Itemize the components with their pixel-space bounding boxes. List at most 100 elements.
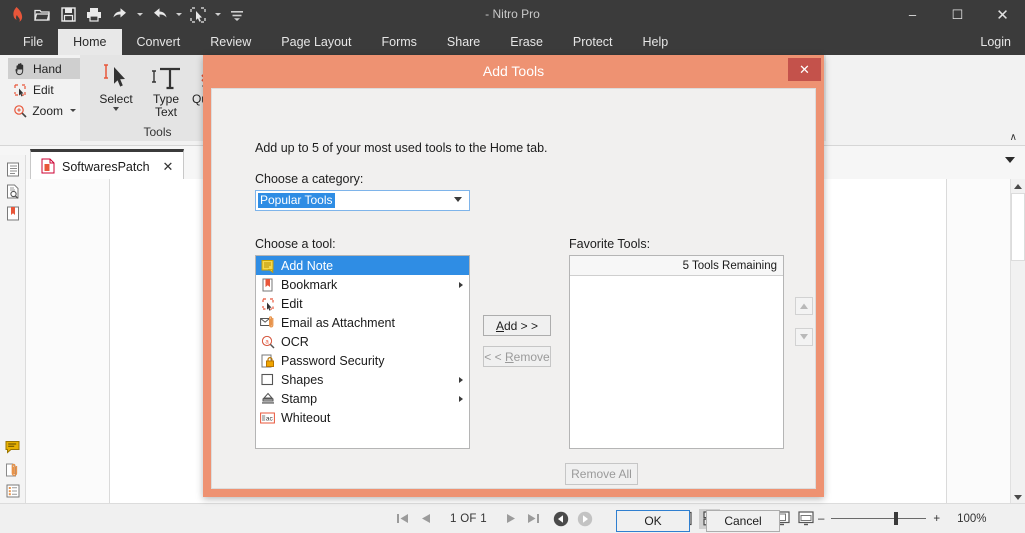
tool-list-item-email-as-attachment[interactable]: Email as Attachment bbox=[256, 313, 469, 332]
close-button[interactable]: ✕ bbox=[980, 0, 1025, 29]
ribbon-tab-review[interactable]: Review bbox=[195, 29, 266, 55]
redo-icon[interactable] bbox=[147, 3, 171, 27]
ribbon-hand-label: Hand bbox=[33, 62, 62, 76]
save-icon[interactable] bbox=[56, 3, 80, 27]
chevron-down-icon[interactable] bbox=[113, 107, 119, 111]
open-icon[interactable] bbox=[30, 3, 54, 27]
ribbon-tab-share[interactable]: Share bbox=[432, 29, 495, 55]
zoom-slider[interactable] bbox=[831, 518, 926, 519]
tool-list-item-shapes[interactable]: Shapes bbox=[256, 370, 469, 389]
zoom-out-button[interactable]: – bbox=[818, 513, 824, 525]
ribbon-tab-home[interactable]: Home bbox=[58, 29, 121, 55]
last-page-icon[interactable] bbox=[527, 512, 541, 526]
favorites-label: Favorite Tools: bbox=[569, 237, 650, 251]
search-panel-icon[interactable] bbox=[0, 180, 25, 202]
select-dropdown-icon[interactable] bbox=[212, 3, 223, 27]
collapse-ribbon-button[interactable]: ∧ bbox=[1010, 132, 1017, 143]
ribbon-type-text-button[interactable]: Type Text bbox=[142, 59, 190, 119]
favorites-list[interactable]: 5 Tools Remaining bbox=[569, 255, 784, 449]
remove-all-button[interactable]: Remove All bbox=[565, 463, 638, 485]
fit-width-icon[interactable] bbox=[795, 509, 816, 529]
undo-icon[interactable] bbox=[108, 3, 132, 27]
ribbon-tab-erase[interactable]: Erase bbox=[495, 29, 558, 55]
zoom-level-label[interactable]: 100% bbox=[957, 513, 986, 525]
document-tab[interactable]: SoftwaresPatch ✕ bbox=[30, 149, 184, 182]
move-down-button[interactable] bbox=[795, 328, 813, 346]
remove-button[interactable]: < < Remove bbox=[483, 346, 551, 367]
ribbon-hand-tool[interactable]: Hand bbox=[8, 58, 80, 79]
ribbon-edit-tool[interactable]: Edit bbox=[8, 79, 80, 100]
attachments-panel-icon[interactable] bbox=[0, 458, 25, 480]
ribbon-tab-forms[interactable]: Forms bbox=[366, 29, 431, 55]
comments-panel-icon[interactable] bbox=[0, 436, 25, 458]
dialog-body: Add up to 5 of your most used tools to t… bbox=[211, 88, 816, 489]
ribbon-edit-label: Edit bbox=[33, 83, 54, 97]
tool-list-item-whiteout[interactable]: ac Whiteout bbox=[256, 408, 469, 427]
tool-list-item-ocr[interactable]: a OCR bbox=[256, 332, 469, 351]
zoom-in-button[interactable]: + bbox=[933, 513, 940, 525]
tool-list-item-stamp[interactable]: Stamp bbox=[256, 389, 469, 408]
tool-list-item-password-security[interactable]: Password Security bbox=[256, 351, 469, 370]
minimize-button[interactable]: – bbox=[890, 0, 935, 29]
add-button[interactable]: Add > > bbox=[483, 315, 551, 336]
app-logo-icon bbox=[4, 3, 28, 27]
ribbon-tab-convert[interactable]: Convert bbox=[122, 29, 196, 55]
first-page-icon[interactable] bbox=[396, 512, 410, 526]
cancel-button[interactable]: Cancel bbox=[706, 510, 780, 532]
shapes-icon bbox=[260, 372, 275, 387]
ribbon-zoom-tool[interactable]: Zoom bbox=[8, 100, 80, 121]
select-icon[interactable] bbox=[186, 3, 210, 27]
tool-list-item-bookmark[interactable]: Bookmark bbox=[256, 275, 469, 294]
tool-list-item-label: Edit bbox=[281, 297, 303, 311]
nitro-pro-window: - Nitro Pro – ☐ ✕ File Home Convert Revi… bbox=[0, 0, 1025, 533]
category-select[interactable]: Popular Tools bbox=[255, 190, 470, 211]
document-tab-overflow-icon[interactable] bbox=[1005, 157, 1015, 163]
move-up-icon bbox=[799, 299, 809, 313]
document-tab-close-icon[interactable]: ✕ bbox=[163, 159, 174, 175]
tool-list-item-label: Stamp bbox=[281, 392, 317, 406]
scroll-down-icon[interactable] bbox=[1011, 490, 1025, 504]
dialog-close-button[interactable]: ✕ bbox=[788, 58, 821, 81]
dialog-description: Add up to 5 of your most used tools to t… bbox=[255, 141, 548, 155]
tool-list-item-label: Add Note bbox=[281, 259, 333, 273]
page-indicator[interactable]: 1 OF 1 bbox=[440, 513, 497, 525]
left-panel-rail bbox=[0, 155, 26, 504]
ribbon-mode-group: Hand Edit Zoom bbox=[8, 58, 80, 121]
previous-page-icon[interactable] bbox=[418, 512, 432, 526]
print-icon[interactable] bbox=[82, 3, 106, 27]
customize-toolbar-icon[interactable] bbox=[225, 3, 249, 27]
tool-list-item-label: OCR bbox=[281, 335, 309, 349]
zoom-icon bbox=[12, 103, 27, 119]
ok-button[interactable]: OK bbox=[616, 510, 690, 532]
undo-dropdown-icon[interactable] bbox=[134, 3, 145, 27]
previous-view-icon[interactable] bbox=[553, 511, 569, 527]
layers-panel-icon[interactable] bbox=[0, 480, 25, 502]
dialog-title: Add Tools bbox=[203, 55, 824, 88]
ocr-icon: a bbox=[260, 334, 275, 349]
pdf-file-icon bbox=[41, 158, 55, 177]
bookmarks-panel-icon[interactable] bbox=[0, 202, 25, 224]
move-up-button[interactable] bbox=[795, 297, 813, 315]
ribbon-tab-protect[interactable]: Protect bbox=[558, 29, 628, 55]
pages-panel-icon[interactable] bbox=[0, 158, 25, 180]
ribbon-tab-file[interactable]: File bbox=[8, 29, 58, 55]
maximize-button[interactable]: ☐ bbox=[935, 0, 980, 29]
tool-list-item-add-note[interactable]: Add Note bbox=[256, 256, 469, 275]
document-tab-label: SoftwaresPatch bbox=[62, 160, 150, 174]
next-view-icon[interactable] bbox=[577, 511, 593, 527]
tool-list[interactable]: Add Note Bookmark Edit bbox=[255, 255, 470, 449]
ribbon-tab-page-layout[interactable]: Page Layout bbox=[266, 29, 366, 55]
ribbon-select-button[interactable]: Select bbox=[92, 59, 140, 111]
document-vertical-scrollbar[interactable] bbox=[1010, 179, 1025, 504]
scroll-up-icon[interactable] bbox=[1011, 179, 1025, 193]
ribbon-tab-help[interactable]: Help bbox=[628, 29, 684, 55]
redo-dropdown-icon[interactable] bbox=[173, 3, 184, 27]
ribbon-zoom-label: Zoom bbox=[32, 104, 63, 118]
scrollbar-thumb[interactable] bbox=[1011, 193, 1025, 261]
password-security-icon bbox=[260, 353, 275, 368]
tool-list-item-edit[interactable]: Edit bbox=[256, 294, 469, 313]
login-link[interactable]: Login bbox=[980, 29, 1011, 55]
category-selected-value: Popular Tools bbox=[258, 193, 335, 208]
zoom-slider-thumb[interactable] bbox=[894, 512, 898, 525]
next-page-icon[interactable] bbox=[505, 512, 519, 526]
